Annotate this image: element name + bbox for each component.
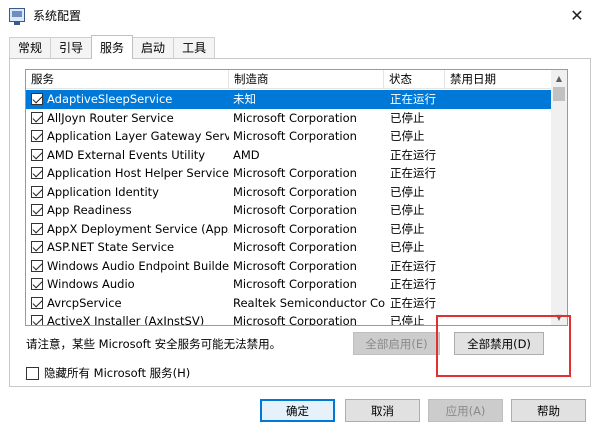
service-manufacturer: Microsoft Corporation [233,221,357,236]
service-checkbox[interactable] [31,93,43,105]
service-manufacturer: Microsoft Corporation [233,277,357,291]
service-status: 已停止 [390,203,425,217]
service-status: 正在运行 [390,92,436,106]
tab-general[interactable]: 常规 [9,37,52,59]
services-list[interactable]: 服务 制造商 状态 禁用日期 AdaptiveSleepService 未知 正在运… [25,69,568,326]
service-manufacturer: AMD [233,147,260,162]
service-manufacturer: Microsoft Corporation [233,314,357,326]
service-status: 正在运行 [390,147,436,162]
service-checkbox[interactable] [31,111,43,124]
service-name: ActiveX Installer (AxInstSV) [47,314,205,326]
service-name: Windows Audio [47,277,135,291]
table-row[interactable]: Application Layer Gateway Service Microso… [26,127,552,146]
table-row[interactable]: ActiveX Installer (AxInstSV) Microsoft Co… [26,312,552,326]
service-checkbox[interactable] [31,148,43,161]
table-row[interactable]: AMD External Events Utility AMD 正在运行 [26,146,552,165]
table-row[interactable]: Windows Audio Endpoint Builder Microsoft … [26,257,552,276]
table-row[interactable]: ASP.NET State Service Microsoft Corporati… [26,238,552,257]
tab-services[interactable]: 服务 [91,35,134,59]
service-name: AppX Deployment Service (AppX... [47,221,229,236]
title-bar: 系统配置 ✕ [0,0,600,31]
service-status: 正在运行 [390,277,436,291]
msconfig-icon [9,8,25,25]
tab-strip: 常规 引导 服务 启动 工具 [9,35,216,59]
service-checkbox[interactable] [31,167,43,179]
service-status: 已停止 [390,221,425,236]
service-manufacturer: 未知 [233,92,256,106]
service-checkbox[interactable] [31,185,43,198]
service-name: ASP.NET State Service [47,240,175,254]
service-checkbox[interactable] [31,259,43,272]
scroll-up-icon[interactable]: ▲ [551,70,567,86]
help-button[interactable]: 帮助 [511,399,586,422]
column-header-status[interactable]: 状态 [384,70,445,89]
service-checkbox[interactable] [31,204,43,216]
service-checkbox[interactable] [31,241,43,253]
table-row[interactable]: Application Host Helper Service Microsoft… [26,164,552,183]
service-manufacturer: Realtek Semiconductor Co... [233,295,385,310]
disable-all-button[interactable]: 全部禁用(D) [454,332,544,355]
service-name: App Readiness [47,203,132,217]
hide-ms-services-checkbox[interactable]: 隐藏所有 Microsoft 服务(H) [26,365,190,381]
service-manufacturer: Microsoft Corporation [233,129,357,143]
service-status: 已停止 [390,314,425,326]
tab-boot[interactable]: 引导 [50,37,93,59]
service-manufacturer: Microsoft Corporation [233,184,357,199]
column-header-service[interactable]: 服务 [26,70,229,89]
table-row[interactable]: Windows Audio Microsoft Corporation 正在运行 [26,275,552,294]
scroll-thumb[interactable] [553,87,565,101]
apply-button[interactable]: 应用(A) [428,399,503,422]
column-header-disabled-date[interactable]: 禁用日期 [445,70,552,89]
service-manufacturer: Microsoft Corporation [233,110,357,125]
service-name: Application Host Helper Service [47,166,229,180]
service-status: 正在运行 [390,295,436,310]
service-checkbox[interactable] [31,296,43,309]
service-status: 正在运行 [390,258,436,273]
tab-startup[interactable]: 启动 [132,37,175,59]
cancel-button[interactable]: 取消 [345,399,420,422]
service-checkbox[interactable] [31,130,43,142]
ok-button[interactable]: 确定 [260,399,335,422]
close-icon: ✕ [570,6,584,25]
table-row[interactable]: AdaptiveSleepService 未知 正在运行 [26,90,552,109]
column-header-manufacturer[interactable]: 制造商 [229,70,384,89]
service-manufacturer: Microsoft Corporation [233,240,357,254]
hide-ms-services-label: 隐藏所有 Microsoft 服务(H) [44,366,191,380]
service-status: 已停止 [390,110,425,125]
table-row[interactable]: App Readiness Microsoft Corporation 已停止 [26,201,552,220]
table-row[interactable]: AppX Deployment Service (AppX... Microsof… [26,220,552,239]
service-manufacturer: Microsoft Corporation [233,258,357,273]
scroll-down-icon[interactable]: ▼ [551,309,567,325]
window-title: 系统配置 [33,9,82,23]
list-body: AdaptiveSleepService 未知 正在运行 AllJoyn Router… [26,90,552,326]
table-row[interactable]: Application Identity Microsoft Corporatio… [26,183,552,202]
service-checkbox[interactable] [31,278,43,290]
enable-all-button[interactable]: 全部启用(E) [353,332,440,355]
service-status: 已停止 [390,129,425,143]
service-name: Windows Audio Endpoint Builder [47,258,229,273]
service-manufacturer: Microsoft Corporation [233,166,357,180]
close-button[interactable]: ✕ [554,0,600,31]
vertical-scrollbar[interactable]: ▲ ▼ [551,70,567,325]
service-name: AvrcpService [47,295,122,310]
table-row[interactable]: AvrcpService Realtek Semiconductor Co... 正… [26,294,552,313]
checkbox-box[interactable] [26,366,39,380]
service-status: 正在运行 [390,166,436,180]
security-notice: 请注意，某些 Microsoft 安全服务可能无法禁用。 [26,337,282,351]
service-name: AdaptiveSleepService [47,90,229,109]
service-name: Application Layer Gateway Service [47,129,229,143]
service-name: AllJoyn Router Service [47,110,174,125]
service-manufacturer: Microsoft Corporation [233,203,357,217]
service-name: Application Identity [47,184,159,199]
tab-tools[interactable]: 工具 [173,37,216,59]
service-status: 已停止 [390,184,425,199]
service-checkbox[interactable] [31,222,43,235]
table-row[interactable]: AllJoyn Router Service Microsoft Corporat… [26,109,552,128]
service-checkbox[interactable] [31,315,43,325]
service-name: AMD External Events Utility [47,147,206,162]
service-status: 已停止 [390,240,425,254]
list-header: 服务 制造商 状态 禁用日期 [26,70,552,89]
